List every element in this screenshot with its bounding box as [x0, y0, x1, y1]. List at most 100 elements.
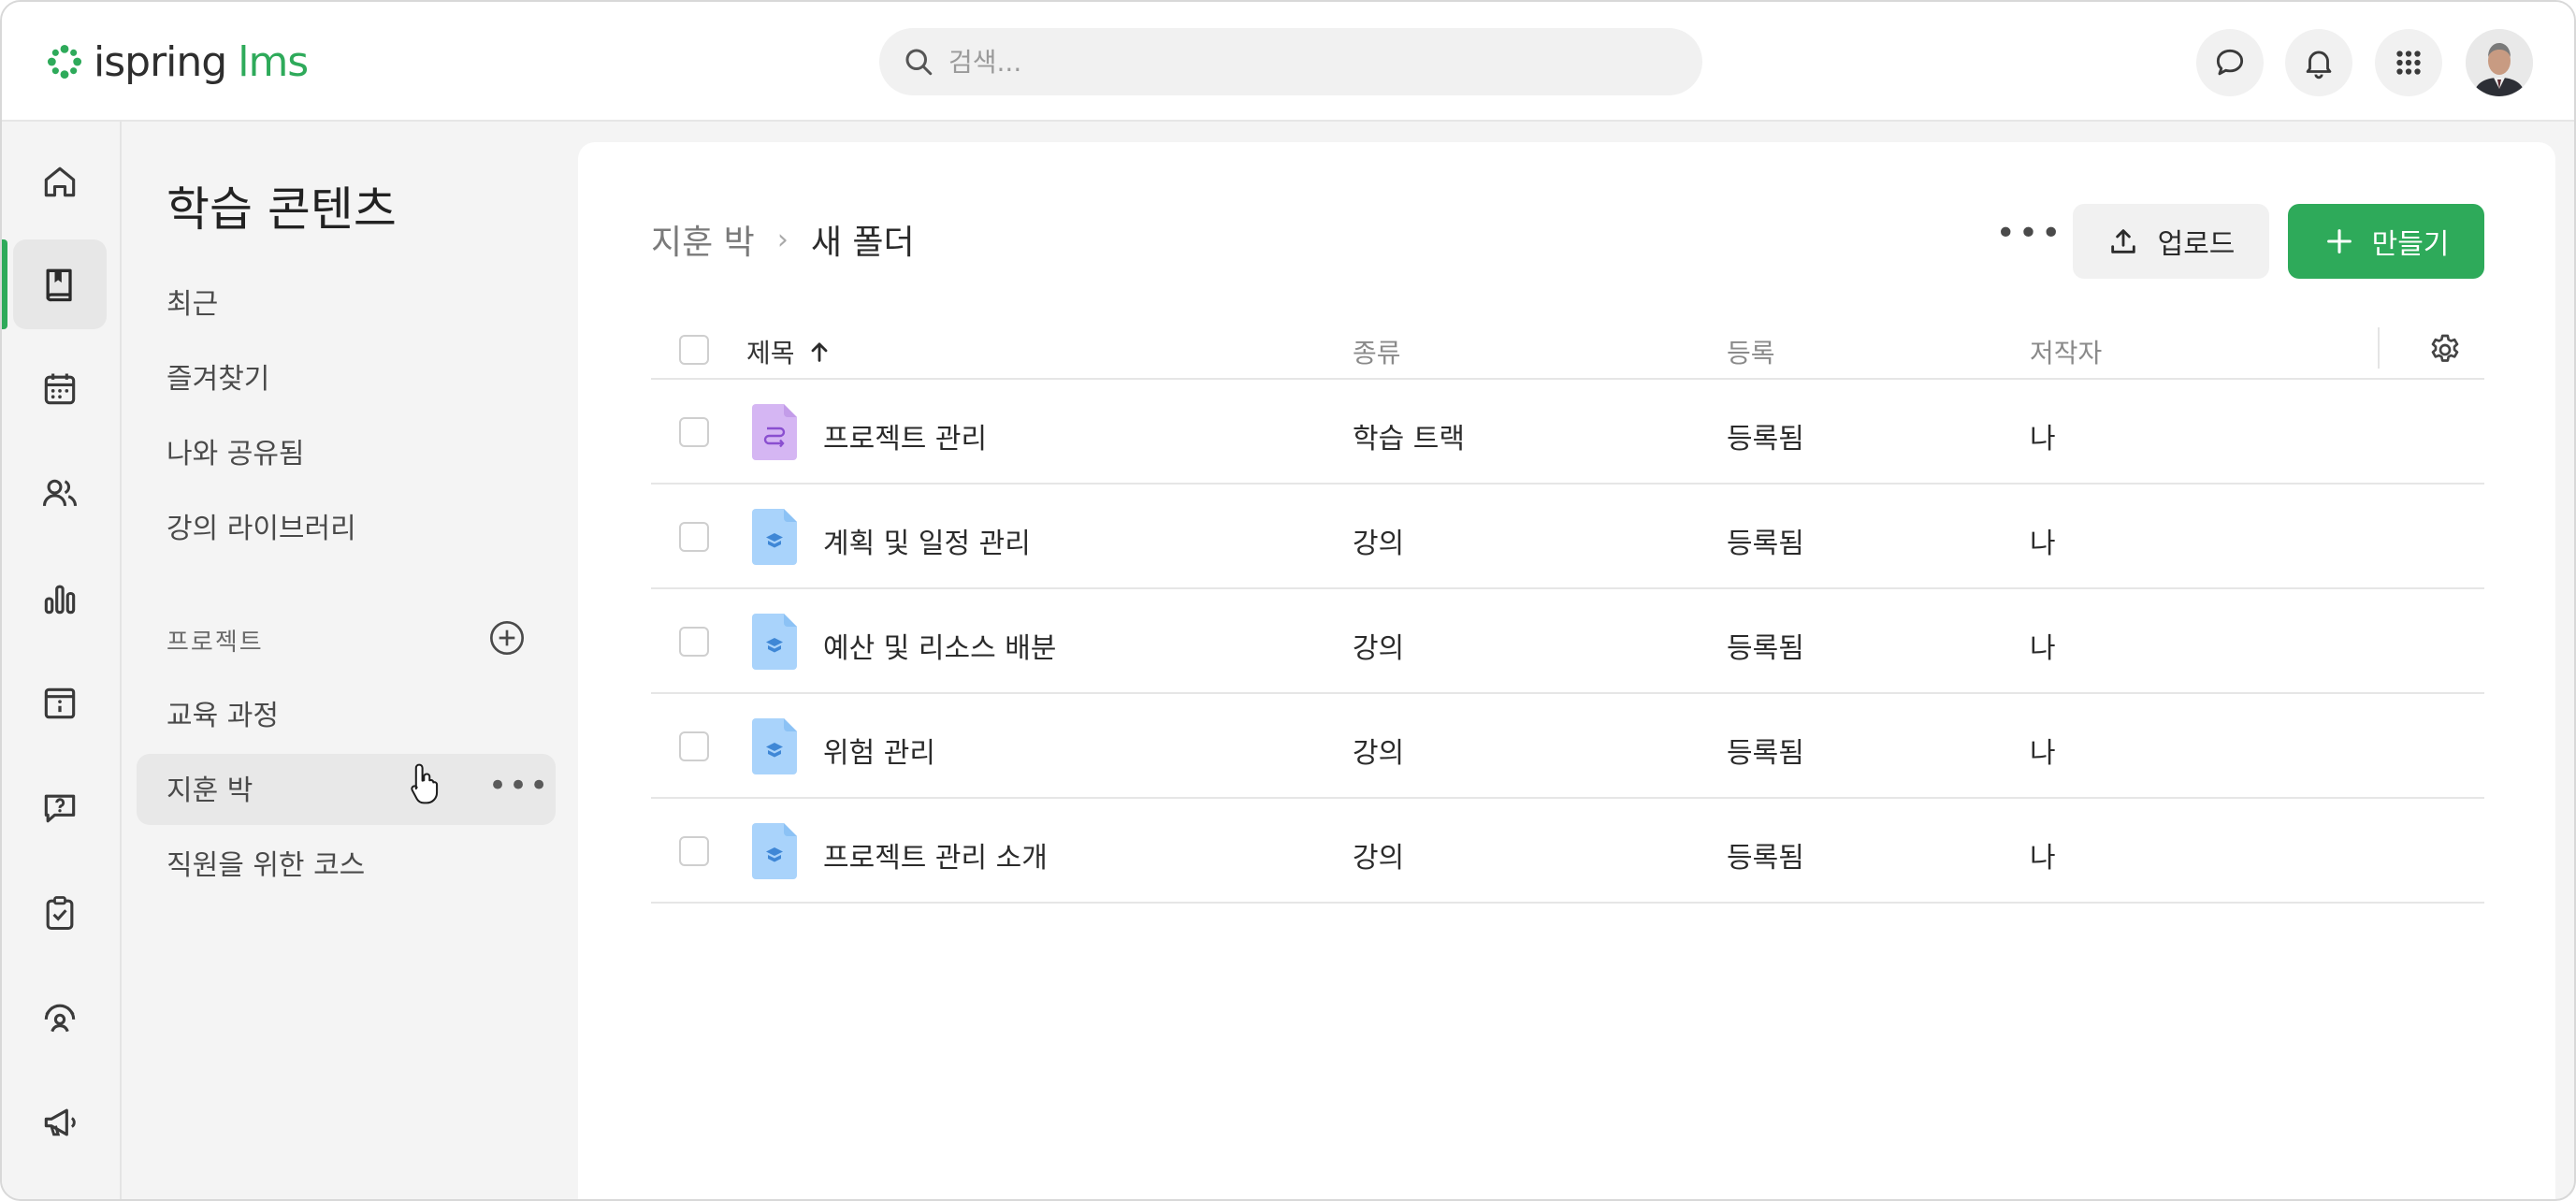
table-row[interactable]: 프로젝트 관리 소개 강의 등록됨 나 [651, 799, 2484, 904]
row-title[interactable]: 프로젝트 관리 소개 [823, 834, 1048, 875]
rail-learning-content[interactable] [13, 239, 107, 329]
notifications-button[interactable] [2285, 29, 2352, 96]
apps-button[interactable] [2375, 29, 2442, 96]
chat-bubble-icon [2216, 49, 2244, 76]
column-header-title[interactable]: 제목 [746, 333, 832, 370]
plus-icon [2326, 229, 2352, 253]
more-options-button[interactable]: ••• [1992, 217, 2067, 258]
user-gauge-icon [44, 1004, 76, 1033]
sidebar-folder-employee-courses[interactable]: 직원을 위한 코스 [166, 842, 365, 883]
sidebar-item-course-library[interactable]: 강의 라이브러리 [166, 505, 356, 546]
ispring-logo[interactable]: ispring lms [45, 36, 309, 88]
question-chat-icon [44, 794, 76, 823]
row-enrollment: 등록됨 [1727, 423, 1804, 456]
column-header-enrollment[interactable]: 등록 [1727, 333, 1775, 370]
row-checkbox[interactable] [679, 836, 709, 866]
row-author: 나 [2030, 842, 2056, 875]
column-header-type[interactable]: 종류 [1353, 333, 1401, 370]
folder-more-button[interactable]: ••• [488, 767, 550, 804]
row-type: 강의 [1353, 632, 1405, 665]
row-checkbox[interactable] [679, 731, 709, 761]
row-checkbox[interactable] [679, 417, 709, 447]
table-row[interactable]: 예산 및 리소스 배분 강의 등록됨 나 [651, 589, 2484, 694]
rail-users[interactable] [13, 449, 107, 539]
search-input[interactable] [948, 46, 1659, 78]
row-enrollment: 등록됨 [1727, 632, 1804, 665]
column-title-label: 제목 [746, 338, 795, 369]
logo-product-text: lms [238, 37, 309, 86]
breadcrumb-root[interactable]: 지훈 박 [651, 215, 755, 264]
rail-info[interactable] [13, 658, 107, 748]
main-panel: 지훈 박 › 새 폴더 ••• 업로드 만들기 제목 종류 등록 저작자 프로젝… [578, 142, 2555, 1199]
upload-button[interactable]: 업로드 [2073, 204, 2269, 279]
rail-questions[interactable] [13, 763, 107, 853]
row-title[interactable]: 위험 관리 [823, 730, 935, 771]
row-title[interactable]: 프로젝트 관리 [823, 415, 987, 456]
projects-section-label: 프로젝트 [166, 629, 264, 657]
row-checkbox[interactable] [679, 522, 709, 552]
row-author: 나 [2030, 737, 2056, 770]
content-table: 제목 종류 등록 저작자 프로젝트 관리 학습 트랙 등록됨 나 계획 및 일정… [651, 320, 2484, 904]
search-icon [905, 49, 933, 76]
create-label: 만들기 [2371, 228, 2450, 261]
row-title[interactable]: 계획 및 일정 관리 [823, 520, 1031, 561]
bell-icon [2306, 51, 2332, 80]
row-author: 나 [2030, 423, 2056, 456]
chevron-right-icon: › [776, 223, 789, 256]
rail-tasks[interactable] [13, 868, 107, 958]
icon-rail [2, 122, 122, 1199]
sidebar-title: 학습 콘텐츠 [166, 182, 397, 237]
column-settings-gear-icon[interactable] [2426, 331, 2464, 369]
table-header: 제목 종류 등록 저작자 [651, 320, 2484, 380]
home-icon [44, 166, 76, 197]
app-window: ispring lms 검색... 학습 콘텐츠 최근 즐겨찾기 나와 공유됨 … [0, 0, 2576, 1201]
row-checkbox[interactable] [679, 627, 709, 657]
course-icon [752, 718, 797, 774]
sidebar-folder-jihoon[interactable]: 지훈 박 [166, 767, 253, 808]
sidebar-item-shared[interactable]: 나와 공유됨 [166, 430, 305, 471]
learning-track-icon [752, 404, 797, 460]
row-title[interactable]: 예산 및 리소스 배분 [823, 625, 1056, 666]
rail-home[interactable] [13, 137, 107, 226]
course-icon [752, 614, 797, 670]
sidebar-item-favorites[interactable]: 즐겨찾기 [166, 355, 269, 397]
create-button[interactable]: 만들기 [2288, 204, 2484, 279]
rail-competencies[interactable] [13, 973, 107, 1063]
apps-grid-icon [2396, 51, 2421, 75]
row-type: 학습 트랙 [1353, 423, 1465, 456]
logo-flower-icon [47, 44, 82, 80]
table-row[interactable]: 프로젝트 관리 학습 트랙 등록됨 나 [651, 380, 2484, 485]
column-divider [2378, 327, 2380, 369]
rail-announcements[interactable] [13, 1078, 107, 1167]
row-author: 나 [2030, 632, 2056, 665]
megaphone-icon [44, 1108, 76, 1136]
row-enrollment: 등록됨 [1727, 528, 1804, 560]
row-type: 강의 [1353, 737, 1405, 770]
table-row[interactable]: 위험 관리 강의 등록됨 나 [651, 694, 2484, 799]
avatar-portrait-icon [2466, 29, 2533, 96]
sidebar-item-recent[interactable]: 최근 [166, 281, 218, 322]
chat-button[interactable] [2196, 29, 2264, 96]
add-project-icon[interactable] [488, 619, 526, 657]
search-bar[interactable] [879, 28, 1702, 95]
upload-icon [2110, 229, 2135, 253]
row-type: 강의 [1353, 842, 1405, 875]
row-enrollment: 등록됨 [1727, 842, 1804, 875]
users-icon [42, 479, 78, 506]
column-header-author[interactable]: 저작자 [2030, 333, 2102, 370]
sidebar-folder-training[interactable]: 교육 과정 [166, 692, 279, 733]
rail-reports[interactable] [13, 554, 107, 644]
book-icon [46, 268, 72, 302]
table-row[interactable]: 계획 및 일정 관리 강의 등록됨 나 [651, 485, 2484, 589]
bar-chart-icon [44, 585, 76, 615]
sort-arrow-up-icon [811, 342, 827, 362]
row-author: 나 [2030, 528, 2056, 560]
user-avatar[interactable] [2466, 29, 2533, 96]
select-all-checkbox[interactable] [679, 335, 709, 365]
course-icon [752, 823, 797, 879]
rail-calendar[interactable] [13, 344, 107, 434]
breadcrumb: 지훈 박 › 새 폴더 [651, 215, 915, 264]
active-indicator [2, 239, 7, 329]
clipboard-check-icon [46, 896, 74, 931]
row-type: 강의 [1353, 528, 1405, 560]
